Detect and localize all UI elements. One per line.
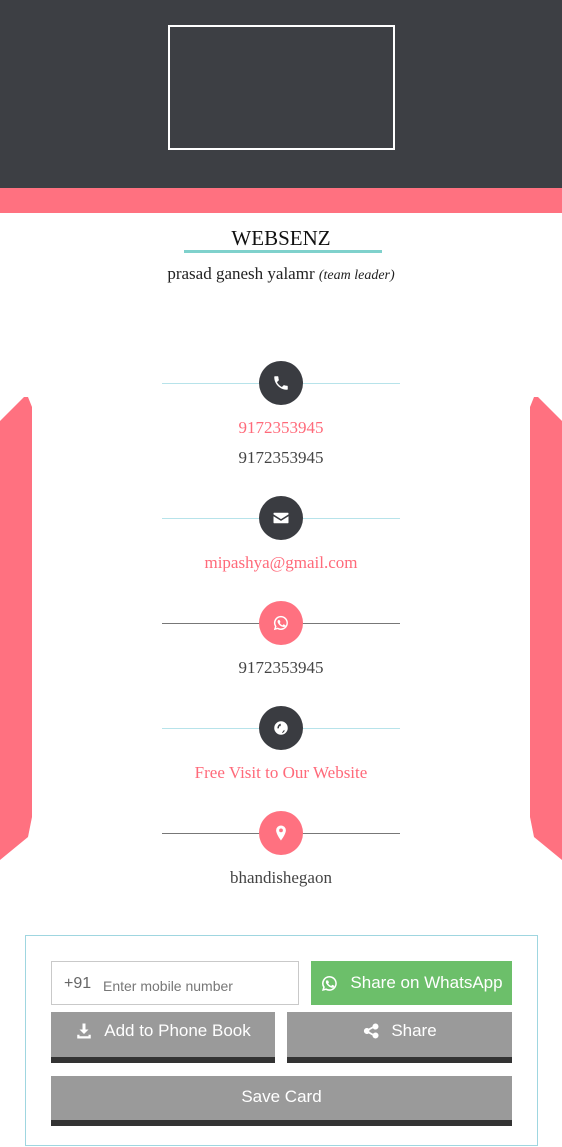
mobile-number-field[interactable]: +91 Enter mobile number (51, 961, 299, 1005)
mobile-number-placeholder[interactable]: Enter mobile number (103, 979, 233, 993)
download-icon (77, 1023, 91, 1038)
person-name: prasad ganesh yalamr (167, 264, 315, 283)
phone-primary-link[interactable]: 9172353945 (0, 418, 562, 438)
share-button[interactable]: Share (287, 1012, 512, 1063)
country-code: +91 (64, 975, 92, 992)
share-on-whatsapp-label: Share on WhatsApp (350, 973, 503, 992)
address-text: bhandishegaon (230, 868, 332, 887)
whatsapp-number: 9172353945 (238, 658, 324, 677)
person-line: prasad ganesh yalamr (team leader) (0, 264, 562, 284)
phone-icon[interactable] (259, 361, 303, 405)
company-name: WEBSENZ (231, 226, 331, 250)
add-to-phone-book-label: Add to Phone Book (104, 1020, 251, 1040)
whatsapp-icon[interactable] (259, 601, 303, 645)
envelope-icon[interactable] (259, 496, 303, 540)
add-to-phone-book-button[interactable]: Add to Phone Book (51, 1012, 275, 1063)
map-pin-icon[interactable] (259, 811, 303, 855)
accent-band (0, 188, 562, 213)
share-icon (364, 1023, 379, 1038)
share-on-whatsapp-button[interactable]: Share on WhatsApp (311, 961, 512, 1005)
logo-placeholder (168, 25, 395, 150)
website-link[interactable]: Free Visit to Our Website (0, 763, 562, 783)
phone-secondary: 9172353945 (238, 448, 324, 467)
header-banner (0, 0, 562, 188)
company-underline (184, 250, 382, 253)
email-link[interactable]: mipashya@gmail.com (0, 553, 562, 573)
save-card-label: Save Card (241, 1087, 322, 1106)
whatsapp-icon (322, 975, 338, 991)
save-card-button[interactable]: Save Card (51, 1076, 512, 1126)
person-role: (team leader) (318, 268, 395, 283)
share-label: Share (391, 1020, 437, 1040)
globe-icon[interactable] (259, 706, 303, 750)
